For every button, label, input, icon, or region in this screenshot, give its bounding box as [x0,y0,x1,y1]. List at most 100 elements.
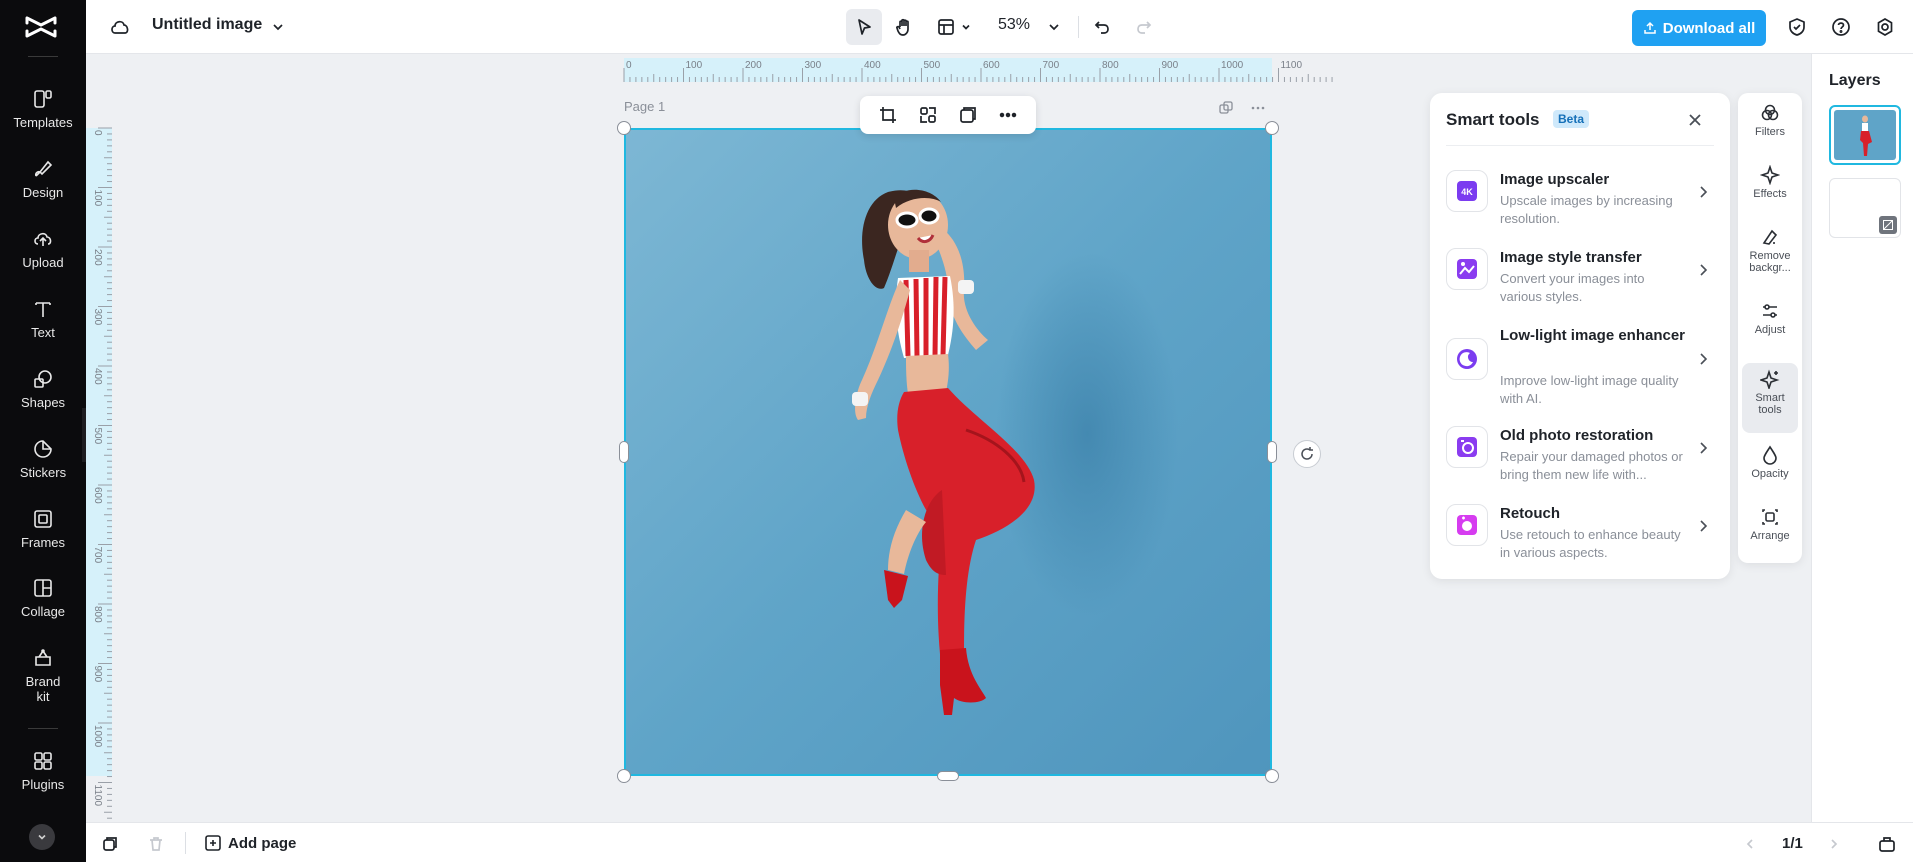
chevron-down-icon [1049,24,1059,31]
ruler-label: 400 [864,60,881,71]
resize-handle-top-right[interactable] [1265,121,1279,135]
top-bar: Untitled image 53% Download all [86,0,1913,54]
trash-icon [150,837,162,851]
prop-smart-tools[interactable]: Smart tools [1742,363,1798,433]
prop-adjust[interactable]: Adjust [1742,301,1798,351]
layer-background-thumbnail[interactable] [1829,178,1901,238]
chevron-left-icon [1746,839,1753,849]
sidebar-item-shapes[interactable]: Shapes [0,368,86,410]
prop-label: Remove backgr... [1749,250,1791,274]
sidebar-item-plugins[interactable]: Plugins [0,750,86,792]
duplicate-page-icon[interactable] [1218,100,1234,116]
prop-remove-background[interactable]: Remove backgr... [1742,227,1798,289]
add-page-label: Add page [228,834,297,852]
prop-opacity[interactable]: Opacity [1742,445,1798,495]
gear-icon [1877,18,1893,36]
ruler-label: 300 [92,309,103,326]
tool-image-upscaler[interactable]: 4K Image upscaler Upscale images by incr… [1446,168,1716,230]
more-options-icon[interactable] [998,105,1018,125]
layers-title: Layers [1829,72,1881,89]
capcut-logo-icon[interactable] [24,12,58,42]
resize-handle-bottom-right[interactable] [1265,769,1279,783]
tool-image-style-transfer[interactable]: Image style transfer Convert your images… [1446,246,1716,308]
tool-description: Improve low-light image quality with AI. [1500,373,1679,406]
ruler-label: 400 [92,368,103,385]
next-page-button[interactable] [1824,834,1844,854]
prop-arrange[interactable]: Arrange [1742,507,1798,557]
title-dropdown-button[interactable] [268,17,288,37]
resize-handle-left[interactable] [619,441,629,463]
redo-button[interactable] [1132,15,1156,39]
sidebar-item-stickers[interactable]: Stickers [0,438,86,480]
cursor-icon [858,19,871,35]
undo-button[interactable] [1090,15,1114,39]
effects-icon [1760,165,1780,185]
sidebar-item-collage[interactable]: Collage [0,577,86,619]
crop-icon[interactable] [878,105,898,125]
design-icon [35,160,53,177]
eraser-icon [1762,229,1778,245]
resize-handle-top-left[interactable] [617,121,631,135]
zoom-level[interactable]: 53% [998,16,1030,34]
ruler-label: 1000 [1221,60,1244,71]
help-button[interactable] [1828,14,1854,40]
prop-effects[interactable]: Effects [1742,165,1798,215]
chevron-right-icon [1700,353,1708,365]
hand-tool-button[interactable] [886,9,922,45]
sidebar-item-brand-kit[interactable]: Brand kit [0,647,86,704]
layers-toggle-button[interactable] [100,834,120,854]
layout-icon [938,19,954,35]
chevron-down-icon [273,24,283,31]
download-all-button[interactable]: Download all [1632,10,1766,46]
tool-retouch[interactable]: Retouch Use retouch to enhance beauty in… [1446,502,1716,564]
smart-select-icon[interactable] [918,105,938,125]
chevron-down-icon [38,834,46,840]
page-more-icon[interactable] [1250,100,1266,116]
stickers-icon [34,440,52,458]
resize-handle-bottom-left[interactable] [617,769,631,783]
ruler-label: 900 [1162,60,1179,71]
page-manager-button[interactable] [1876,833,1898,855]
rotate-handle[interactable] [1293,440,1321,468]
layer-image-thumbnail[interactable] [1829,105,1901,165]
svg-text:4K: 4K [1461,187,1473,197]
select-tool-button[interactable] [846,9,882,45]
canvas-image[interactable] [624,128,1272,776]
page-label: Page 1 [624,99,666,114]
resize-handle-bottom[interactable] [937,771,959,781]
image-floating-toolbar [860,96,1036,134]
cloud-sync-icon[interactable] [108,15,132,39]
resize-handle-right[interactable] [1267,441,1277,463]
prop-filters[interactable]: Filters [1742,103,1798,153]
brand-kit-icon [35,649,51,666]
chevron-right-icon [1700,264,1708,276]
add-page-button[interactable]: Add page [204,834,296,852]
settings-button[interactable] [1872,14,1898,40]
sidebar-item-templates[interactable]: Templates [0,88,86,130]
shield-check-icon [1789,18,1805,36]
style-transfer-icon [1446,248,1488,290]
sidebar-item-label: Upload [22,255,64,270]
sidebar-item-frames[interactable]: Frames [0,508,86,550]
stack-icon [103,837,117,851]
delete-page-button[interactable] [146,834,166,854]
prev-page-button[interactable] [1740,834,1760,854]
close-panel-button[interactable] [1684,109,1706,131]
sidebar-item-upload[interactable]: Upload [0,228,86,270]
upload-arrow-icon [1643,21,1656,34]
sidebar-item-design[interactable]: Design [0,158,86,200]
sidebar-divider [28,728,58,729]
zoom-dropdown-button[interactable] [1044,17,1064,37]
model-photo [626,130,1270,774]
tool-low-light-enhancer[interactable]: Low-light image enhancer Improve low-lig… [1446,324,1716,408]
sidebar-item-text[interactable]: Text [0,298,86,340]
chevron-right-icon [1700,520,1708,532]
shield-button[interactable] [1784,14,1810,40]
ruler-label: 0 [626,60,632,71]
layout-menu-button[interactable] [932,11,976,43]
tool-old-photo-restoration[interactable]: Old photo restoration Repair your damage… [1446,424,1716,486]
document-title[interactable]: Untitled image [152,16,262,34]
replace-image-icon[interactable] [958,105,978,125]
account-menu-button[interactable] [29,824,55,850]
rotate-icon [1301,447,1313,460]
